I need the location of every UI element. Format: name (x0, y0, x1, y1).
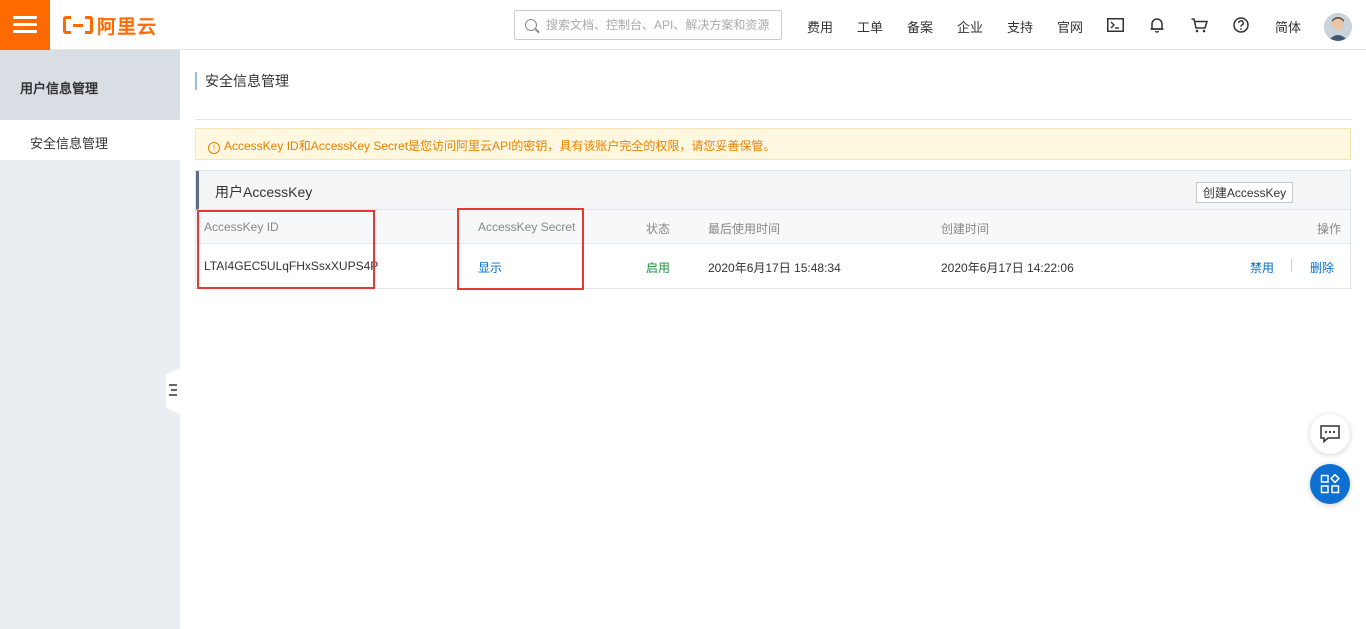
column-header-created: 创建时间 (941, 222, 990, 236)
column-header-last-used: 最后使用时间 (708, 222, 781, 236)
delete-link[interactable]: 删除 (1310, 259, 1334, 276)
apps-icon[interactable] (1310, 464, 1350, 504)
bell-icon[interactable] (1147, 15, 1167, 35)
warning-icon: ! (208, 142, 220, 154)
sidebar-title: 用户信息管理 (0, 50, 180, 120)
action-separator (1291, 259, 1292, 272)
top-bar: 阿里云 费用 工单 备案 企业 支持 官网 简体 (0, 0, 1366, 50)
avatar[interactable] (1324, 13, 1352, 41)
divider (195, 119, 1351, 120)
column-header-actions: 操作 (1317, 222, 1342, 236)
show-secret-link[interactable]: 显示 (478, 259, 502, 276)
table-header: AccessKey ID AccessKey Secret 状态 最后使用时间 … (196, 210, 1350, 244)
help-icon[interactable] (1231, 15, 1251, 35)
sidebar: 用户信息管理 安全信息管理 (0, 50, 180, 629)
menu-icon[interactable] (0, 0, 50, 50)
nav-tickets[interactable]: 工单 (857, 17, 883, 36)
nav-enterprise[interactable]: 企业 (957, 17, 983, 36)
brand-name: 阿里云 (97, 16, 158, 38)
nav-billing[interactable]: 费用 (807, 17, 833, 36)
nav-support[interactable]: 支持 (1007, 17, 1033, 36)
search-icon (525, 19, 537, 31)
sidebar-collapse-icon[interactable] (166, 368, 180, 414)
nav-icp[interactable]: 备案 (907, 17, 933, 36)
accesskey-panel: 用户AccessKey 创建AccessKey AccessKey ID Acc… (195, 170, 1351, 289)
logo-mark-icon (63, 16, 93, 34)
terminal-icon[interactable] (1105, 15, 1125, 35)
column-header-id: AccessKey ID (204, 220, 279, 234)
aliyun-logo[interactable]: 阿里云 (63, 14, 158, 38)
chat-icon[interactable] (1310, 414, 1350, 454)
alert-text: AccessKey ID和AccessKey Secret是您访问阿里云API的… (224, 139, 776, 153)
disable-link[interactable]: 禁用 (1250, 259, 1274, 276)
panel-title: 用户AccessKey (215, 184, 313, 200)
column-header-status: 状态 (646, 222, 671, 236)
search-box[interactable] (514, 10, 782, 40)
created-time: 2020年6月17日 14:22:06 (941, 261, 1074, 275)
accesskey-id-value: LTAI4GEC5ULqFHxSsxXUPS4P (204, 259, 379, 273)
column-header-secret: AccessKey Secret (478, 220, 576, 234)
create-accesskey-button[interactable]: 创建AccessKey (1196, 182, 1293, 203)
language-switch[interactable]: 简体 (1275, 17, 1301, 36)
warning-alert: ! AccessKey ID和AccessKey Secret是您访问阿里云API… (195, 128, 1351, 160)
nav-official-site[interactable]: 官网 (1057, 17, 1083, 36)
last-used-time: 2020年6月17日 15:48:34 (708, 261, 841, 275)
cart-icon[interactable] (1189, 15, 1209, 35)
table-row: LTAI4GEC5ULqFHxSsxXUPS4P 显示 启用 2020年6月17… (196, 244, 1350, 288)
sidebar-item-security-info[interactable]: 安全信息管理 (0, 120, 180, 160)
status-badge: 启用 (646, 261, 671, 275)
panel-header: 用户AccessKey 创建AccessKey (196, 171, 1350, 210)
page-title: 安全信息管理 (195, 72, 289, 90)
search-input[interactable] (546, 15, 776, 35)
